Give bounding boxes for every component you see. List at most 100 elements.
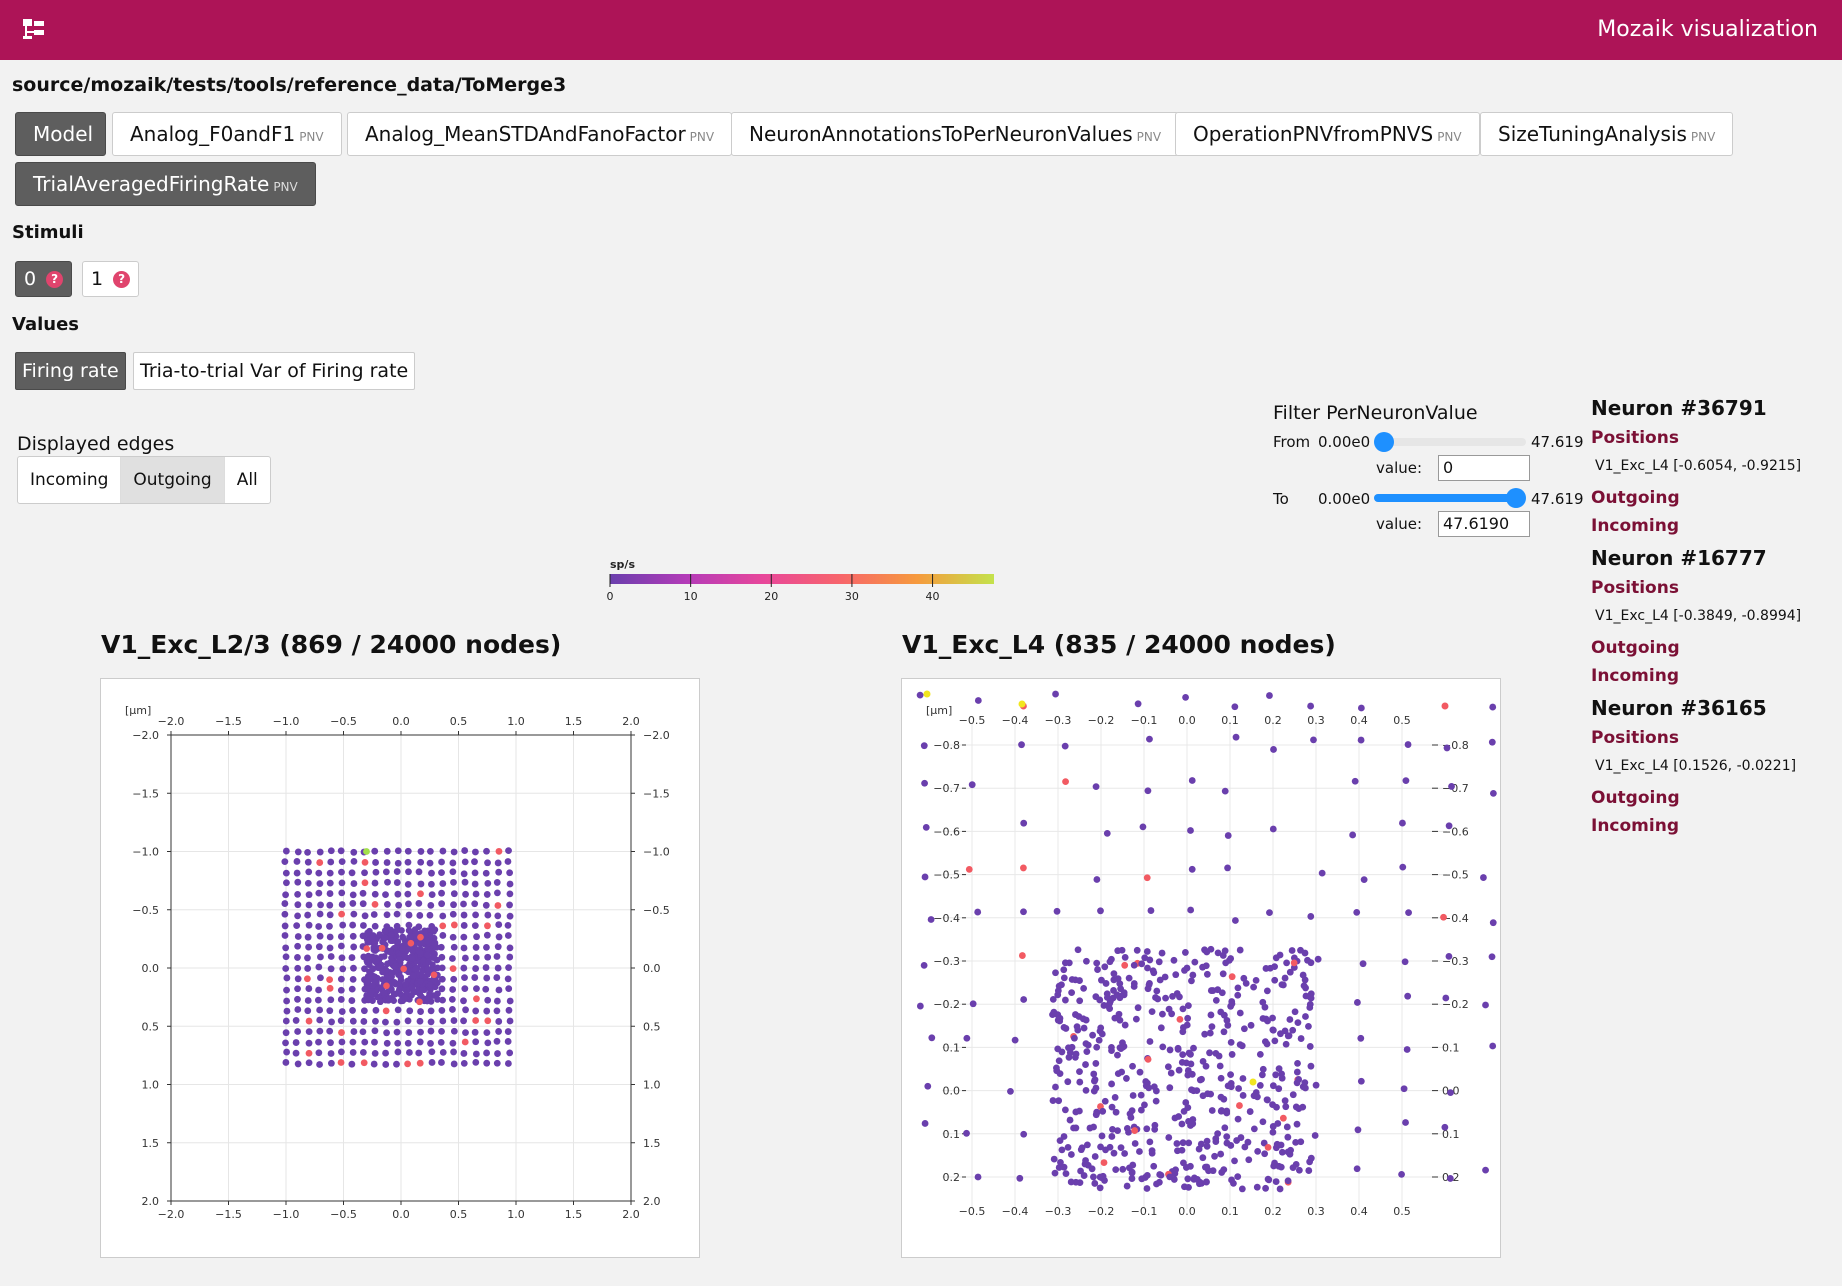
neuron-point bbox=[1271, 963, 1278, 970]
neuron-point bbox=[1236, 1009, 1244, 1017]
positions-link[interactable]: Positions bbox=[1591, 428, 1831, 448]
question-circle-icon[interactable]: ? bbox=[113, 271, 131, 288]
tab-neuron-annotations[interactable]: NeuronAnnotationsToPerNeuronValues PNV bbox=[731, 112, 1180, 156]
y-tick-label: −0.5 bbox=[643, 904, 670, 917]
slider-fill bbox=[1374, 494, 1516, 502]
neuron-point bbox=[1264, 1143, 1272, 1151]
x-tick-label: 0.0 bbox=[1178, 714, 1196, 727]
stimulus-0-button[interactable]: 0? bbox=[15, 261, 73, 297]
tab-analog-meanstd[interactable]: Analog_MeanSTDAndFanoFactor PNV bbox=[347, 112, 733, 156]
neuron-point bbox=[1482, 1001, 1489, 1009]
neuron-point bbox=[1203, 1143, 1211, 1150]
neuron-point bbox=[1147, 907, 1155, 914]
neuron-point bbox=[1098, 1030, 1106, 1038]
neuron-point bbox=[1052, 1083, 1059, 1091]
neuron-point bbox=[1082, 1061, 1089, 1068]
neuron-point bbox=[315, 943, 323, 951]
outgoing-link[interactable]: Outgoing bbox=[1591, 638, 1831, 658]
x-tick-label: −1.5 bbox=[215, 715, 242, 728]
neuron-point bbox=[1217, 1150, 1225, 1158]
positions-link[interactable]: Positions bbox=[1591, 578, 1831, 598]
filter-title: Filter PerNeuronValue bbox=[1273, 402, 1478, 424]
neuron-point bbox=[484, 922, 491, 930]
x-tick-label: 0.4 bbox=[1350, 714, 1368, 727]
neuron-point bbox=[315, 923, 323, 930]
neuron-point bbox=[416, 912, 424, 919]
neuron-point bbox=[408, 991, 415, 999]
stimulus-1-button[interactable]: 1? bbox=[82, 261, 140, 297]
value-trial-var-button[interactable]: Tria-to-trial Var of Firing rate bbox=[133, 352, 416, 390]
plot-canvas[interactable]: −2.0−2.0−2.0 −2.0−1.5−1.5−1.5 −1.5−1.0−1.0… bbox=[101, 679, 701, 1259]
tab-operation-pnv[interactable]: OperationPNVfromPNVS PNV bbox=[1175, 112, 1480, 156]
from-value-input[interactable]: 0 bbox=[1438, 455, 1530, 481]
neuron-point bbox=[1173, 1140, 1181, 1147]
tab-model[interactable]: Model bbox=[15, 112, 106, 156]
neuron-point bbox=[1404, 992, 1412, 1000]
neuron-point bbox=[1095, 1036, 1103, 1044]
neuron-point bbox=[416, 978, 424, 985]
incoming-link[interactable]: Incoming bbox=[1591, 816, 1831, 836]
plot-canvas[interactable]: −0.5 −0.5 −0.4 −0.4 −0.3 −0.3 −0.2 −0.2 −0.1 −0.1… bbox=[902, 679, 1502, 1259]
neuron-point bbox=[316, 859, 324, 866]
neuron-point bbox=[493, 974, 501, 981]
neuron-point bbox=[372, 1006, 380, 1014]
tab-label: Analog_F0andF1 bbox=[130, 122, 296, 146]
neuron-point bbox=[316, 1027, 324, 1035]
neuron-point bbox=[493, 997, 501, 1005]
y-tick-label: 2.0 bbox=[643, 1195, 661, 1208]
value-firing-rate-button[interactable]: Firing rate bbox=[15, 352, 126, 390]
outgoing-link[interactable]: Outgoing bbox=[1591, 488, 1831, 508]
slider-thumb[interactable] bbox=[1506, 488, 1526, 508]
tree-menu-icon[interactable] bbox=[22, 18, 46, 40]
neuron-point bbox=[1125, 1128, 1132, 1136]
scatter-plot-l4[interactable]: −0.5 −0.5 −0.4 −0.4 −0.3 −0.3 −0.2 −0.2 −0.1 −0.1… bbox=[901, 678, 1501, 1258]
y-tick-label: 0.2 bbox=[943, 1171, 961, 1184]
incoming-link[interactable]: Incoming bbox=[1591, 666, 1831, 686]
question-circle-icon[interactable]: ? bbox=[46, 271, 64, 288]
neuron-point bbox=[438, 900, 446, 908]
positions-link[interactable]: Positions bbox=[1591, 728, 1831, 748]
neuron-point bbox=[449, 859, 457, 867]
x-tick-label: 1.5 bbox=[565, 1208, 583, 1221]
neuron-point bbox=[1066, 1116, 1074, 1124]
x-tick-label: 2.0 bbox=[622, 715, 640, 728]
neuron-point bbox=[402, 981, 409, 988]
neuron-point bbox=[506, 890, 514, 898]
tab-sub: PNV bbox=[689, 130, 715, 144]
slider-thumb[interactable] bbox=[1374, 432, 1394, 452]
neuron-point bbox=[1174, 1045, 1182, 1053]
neuron-point bbox=[405, 1049, 413, 1056]
neuron-point bbox=[1058, 1146, 1066, 1154]
neuron-point bbox=[427, 1007, 435, 1015]
tab-size-tuning[interactable]: SizeTuningAnalysis PNV bbox=[1480, 112, 1734, 156]
edges-outgoing-option[interactable]: Outgoing bbox=[121, 457, 225, 503]
to-slider[interactable] bbox=[1374, 486, 1526, 510]
neuron-point bbox=[1297, 946, 1304, 954]
incoming-link[interactable]: Incoming bbox=[1591, 516, 1831, 536]
tab-trial-averaged-firing-rate[interactable]: TrialAveragedFiringRate PNV bbox=[15, 162, 316, 206]
neuron-point bbox=[1443, 744, 1451, 752]
tab-analog-f0andf1[interactable]: Analog_F0andF1 PNV bbox=[112, 112, 342, 156]
neuron-point bbox=[1081, 1160, 1089, 1168]
neuron-point bbox=[1307, 913, 1315, 920]
edges-incoming-option[interactable]: Incoming bbox=[18, 457, 122, 503]
x-tick-label: −0.3 bbox=[1045, 714, 1072, 727]
neuron-point bbox=[372, 859, 379, 866]
neuron-point bbox=[294, 890, 302, 898]
neuron-point bbox=[1282, 1103, 1290, 1111]
to-value-input[interactable]: 47.6190 bbox=[1438, 511, 1530, 537]
from-slider[interactable] bbox=[1374, 430, 1526, 454]
neuron-point bbox=[294, 848, 302, 856]
stimuli-label: Stimuli bbox=[12, 222, 84, 243]
neuron-point bbox=[1145, 1084, 1153, 1092]
neuron-point bbox=[1253, 1183, 1261, 1191]
neuron-point bbox=[369, 953, 376, 961]
neuron-point bbox=[337, 996, 345, 1003]
neuron-point bbox=[1076, 997, 1084, 1005]
neuron-point bbox=[495, 847, 503, 855]
scatter-plot-l23[interactable]: −2.0 −2.0 −2.0 −2.0 −1.5 −1.5 −1.5 −1.5 −1.0 −1.0… bbox=[100, 678, 700, 1258]
edges-all-option[interactable]: All bbox=[225, 457, 270, 503]
y-tick-label: 0.5 bbox=[643, 1020, 661, 1033]
outgoing-link[interactable]: Outgoing bbox=[1591, 788, 1831, 808]
neuron-point bbox=[1489, 789, 1497, 797]
